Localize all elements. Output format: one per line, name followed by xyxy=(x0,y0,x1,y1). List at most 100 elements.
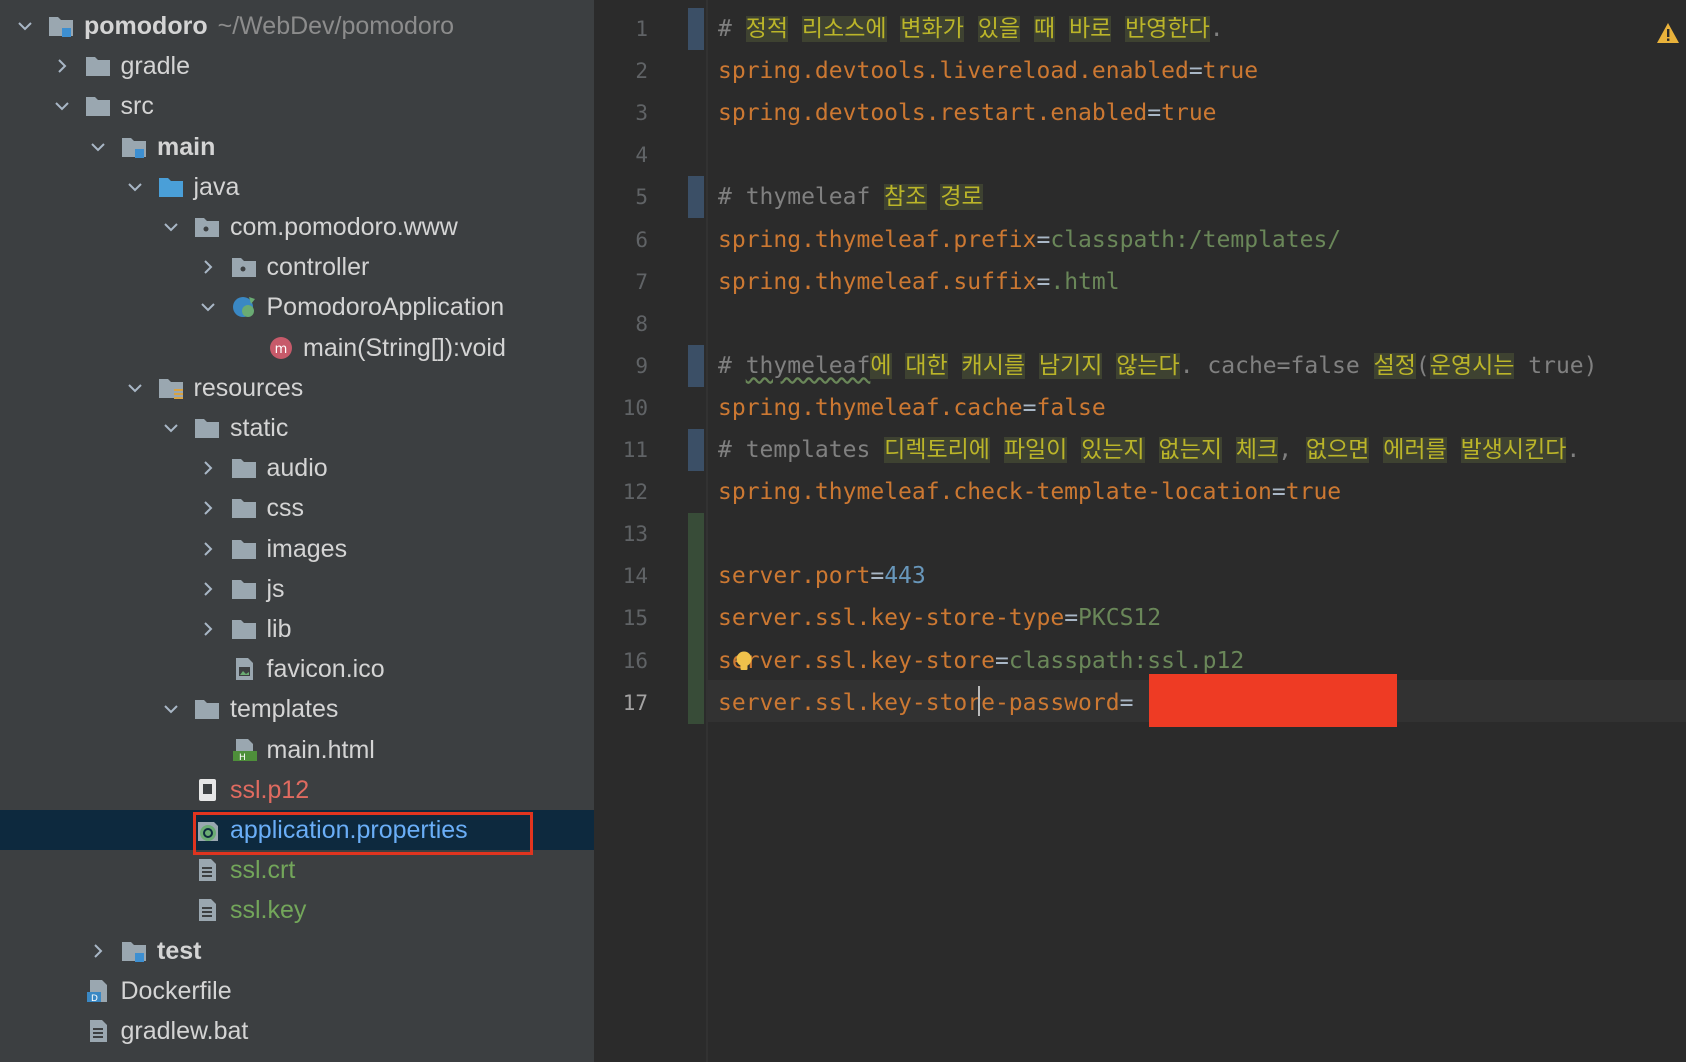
code-token: 설정 xyxy=(1373,352,1416,379)
change-marker[interactable] xyxy=(688,8,704,51)
tree-item[interactable]: src xyxy=(0,86,594,126)
svg-text:H: H xyxy=(239,753,246,762)
module-folder-icon xyxy=(121,135,147,159)
spring-class-icon xyxy=(231,295,257,319)
change-marker[interactable] xyxy=(688,344,704,387)
tree-item[interactable]: PomodoroApplication xyxy=(0,287,594,327)
code-line[interactable]: spring.thymeleaf.suffix=.html xyxy=(718,261,1120,303)
tree-item-label: PomodoroApplication xyxy=(266,293,505,322)
tree-item[interactable]: audio xyxy=(0,448,594,488)
folder-icon xyxy=(231,456,257,480)
folder-icon xyxy=(231,537,257,561)
code-line[interactable]: # 정적 리소스에 변화가 있을 때 바로 반영한다. xyxy=(718,8,1224,50)
chevron-right-icon[interactable] xyxy=(197,609,219,649)
line-number: 2 xyxy=(635,59,648,84)
warning-icon[interactable] xyxy=(1656,22,1680,44)
code-token: . cache=false xyxy=(1179,352,1374,379)
code-line[interactable]: spring.thymeleaf.prefix=classpath:/templ… xyxy=(718,219,1341,261)
tree-item[interactable]: images xyxy=(0,529,594,569)
code-token: # thymeleaf xyxy=(718,184,885,211)
text-file-icon xyxy=(194,858,220,882)
code-line[interactable]: spring.devtools.restart.enabled=true xyxy=(718,92,1217,134)
tree-item[interactable]: gradlew.bat xyxy=(0,1011,594,1051)
code-token: 때 xyxy=(1033,16,1056,42)
tree-item[interactable]: ssl.key xyxy=(0,890,594,930)
chevron-right-icon[interactable] xyxy=(51,46,73,86)
chevron-right-icon[interactable] xyxy=(197,529,219,569)
tree-item[interactable]: js xyxy=(0,569,594,609)
method-icon: m xyxy=(267,336,293,360)
code-line[interactable]: server.ssl.key-store-type=PKCS12 xyxy=(718,597,1161,639)
tree-item[interactable]: gradle xyxy=(0,46,594,86)
code-token: 반영한다 xyxy=(1125,16,1210,42)
chevron-down-icon[interactable] xyxy=(160,689,182,729)
code-line[interactable]: spring.devtools.livereload.enabled=true xyxy=(718,50,1258,92)
chevron-down-icon[interactable] xyxy=(197,287,219,327)
chevron-down-icon[interactable] xyxy=(14,6,36,46)
code-token: spring.thymeleaf.cache xyxy=(718,394,1023,421)
tree-item[interactable]: com.pomodoro.www xyxy=(0,207,594,247)
chevron-right-icon[interactable] xyxy=(197,488,219,528)
tree-item[interactable]: Hmain.html xyxy=(0,730,594,770)
chevron-down-icon xyxy=(127,183,142,192)
lightbulb-icon[interactable] xyxy=(735,651,753,673)
tree-item[interactable]: java xyxy=(0,167,594,207)
code-line[interactable]: # thymeleaf 참조 경로 xyxy=(718,176,983,218)
tree-item[interactable]: test xyxy=(0,931,594,971)
tree-item-label: static xyxy=(230,414,289,442)
chevron-down-icon[interactable] xyxy=(124,368,146,408)
code-token: 변화가 xyxy=(900,16,964,42)
tree-item[interactable]: controller xyxy=(0,247,594,287)
code-line[interactable]: spring.thymeleaf.check-template-location… xyxy=(718,471,1341,513)
tree-item-label: resources xyxy=(193,373,304,402)
tree-item[interactable]: favicon.ico xyxy=(0,649,594,689)
code-token: ( xyxy=(1415,352,1430,379)
code-token: server.ssl.key-store xyxy=(718,647,995,674)
chevron-down-icon[interactable] xyxy=(87,127,109,167)
code-editor[interactable]: 1 2 3 4 5 6 7 8 9 10 11 12 13 14 15 16 17 # 정적 리소스에 변화가 … xyxy=(596,0,1686,1062)
chevron-right-icon[interactable] xyxy=(87,931,109,971)
chevron-down-icon[interactable] xyxy=(124,167,146,207)
code-token: = xyxy=(1022,394,1037,421)
change-marker[interactable] xyxy=(688,429,704,472)
chevron-down-icon[interactable] xyxy=(51,86,73,126)
change-marker[interactable] xyxy=(688,176,704,219)
tree-item[interactable]: m main(String[]):void xyxy=(0,328,594,368)
code-token: true xyxy=(1161,100,1217,127)
tree-item-label: gradlew.bat xyxy=(120,1017,249,1045)
tree-item[interactable]: css xyxy=(0,488,594,528)
chevron-right-icon xyxy=(203,461,212,475)
code-line[interactable]: spring.thymeleaf.cache=false xyxy=(718,387,1106,429)
code-token: 정적 xyxy=(745,16,789,42)
tree-item[interactable]: templates xyxy=(0,689,594,729)
chevron-down-icon xyxy=(54,102,69,111)
chevron-right-icon[interactable] xyxy=(197,448,219,488)
tree-item[interactable]: main xyxy=(0,127,594,167)
tree-item[interactable]: resources xyxy=(0,368,594,408)
code-token: # xyxy=(718,16,746,42)
chevron-down-icon[interactable] xyxy=(160,408,182,448)
change-marker[interactable] xyxy=(688,513,704,724)
tree-item[interactable]: pomodoro ~/WebDev/pomodoro xyxy=(0,6,594,46)
chevron-right-icon[interactable] xyxy=(197,569,219,609)
chevron-right-icon[interactable] xyxy=(197,247,219,287)
code-line[interactable]: # thymeleaf에 대한 캐시를 남기지 않는다. cache=false… xyxy=(718,345,1598,387)
tree-item[interactable]: ssl.crt xyxy=(0,850,594,890)
tree-item[interactable]: static xyxy=(0,408,594,448)
code-line[interactable]: server.ssl.key-store-password= xyxy=(718,682,1133,724)
code-token: spring.thymeleaf.prefix xyxy=(718,226,1037,253)
code-token: 에러를 xyxy=(1383,437,1447,463)
tree-item[interactable]: D Dockerfile xyxy=(0,971,594,1011)
code-line[interactable]: server.port=443 xyxy=(718,555,926,597)
code-line[interactable]: # templates 디렉토리에 파일이 있는지 없는지 체크, 없으면 에러… xyxy=(718,429,1580,471)
code-token: true xyxy=(1285,479,1342,506)
tree-item[interactable]: ssl.p12 xyxy=(0,770,594,810)
tree-item[interactable]: lib xyxy=(0,609,594,649)
code-token: 바로 xyxy=(1068,16,1112,42)
chevron-down-icon[interactable] xyxy=(160,207,182,247)
